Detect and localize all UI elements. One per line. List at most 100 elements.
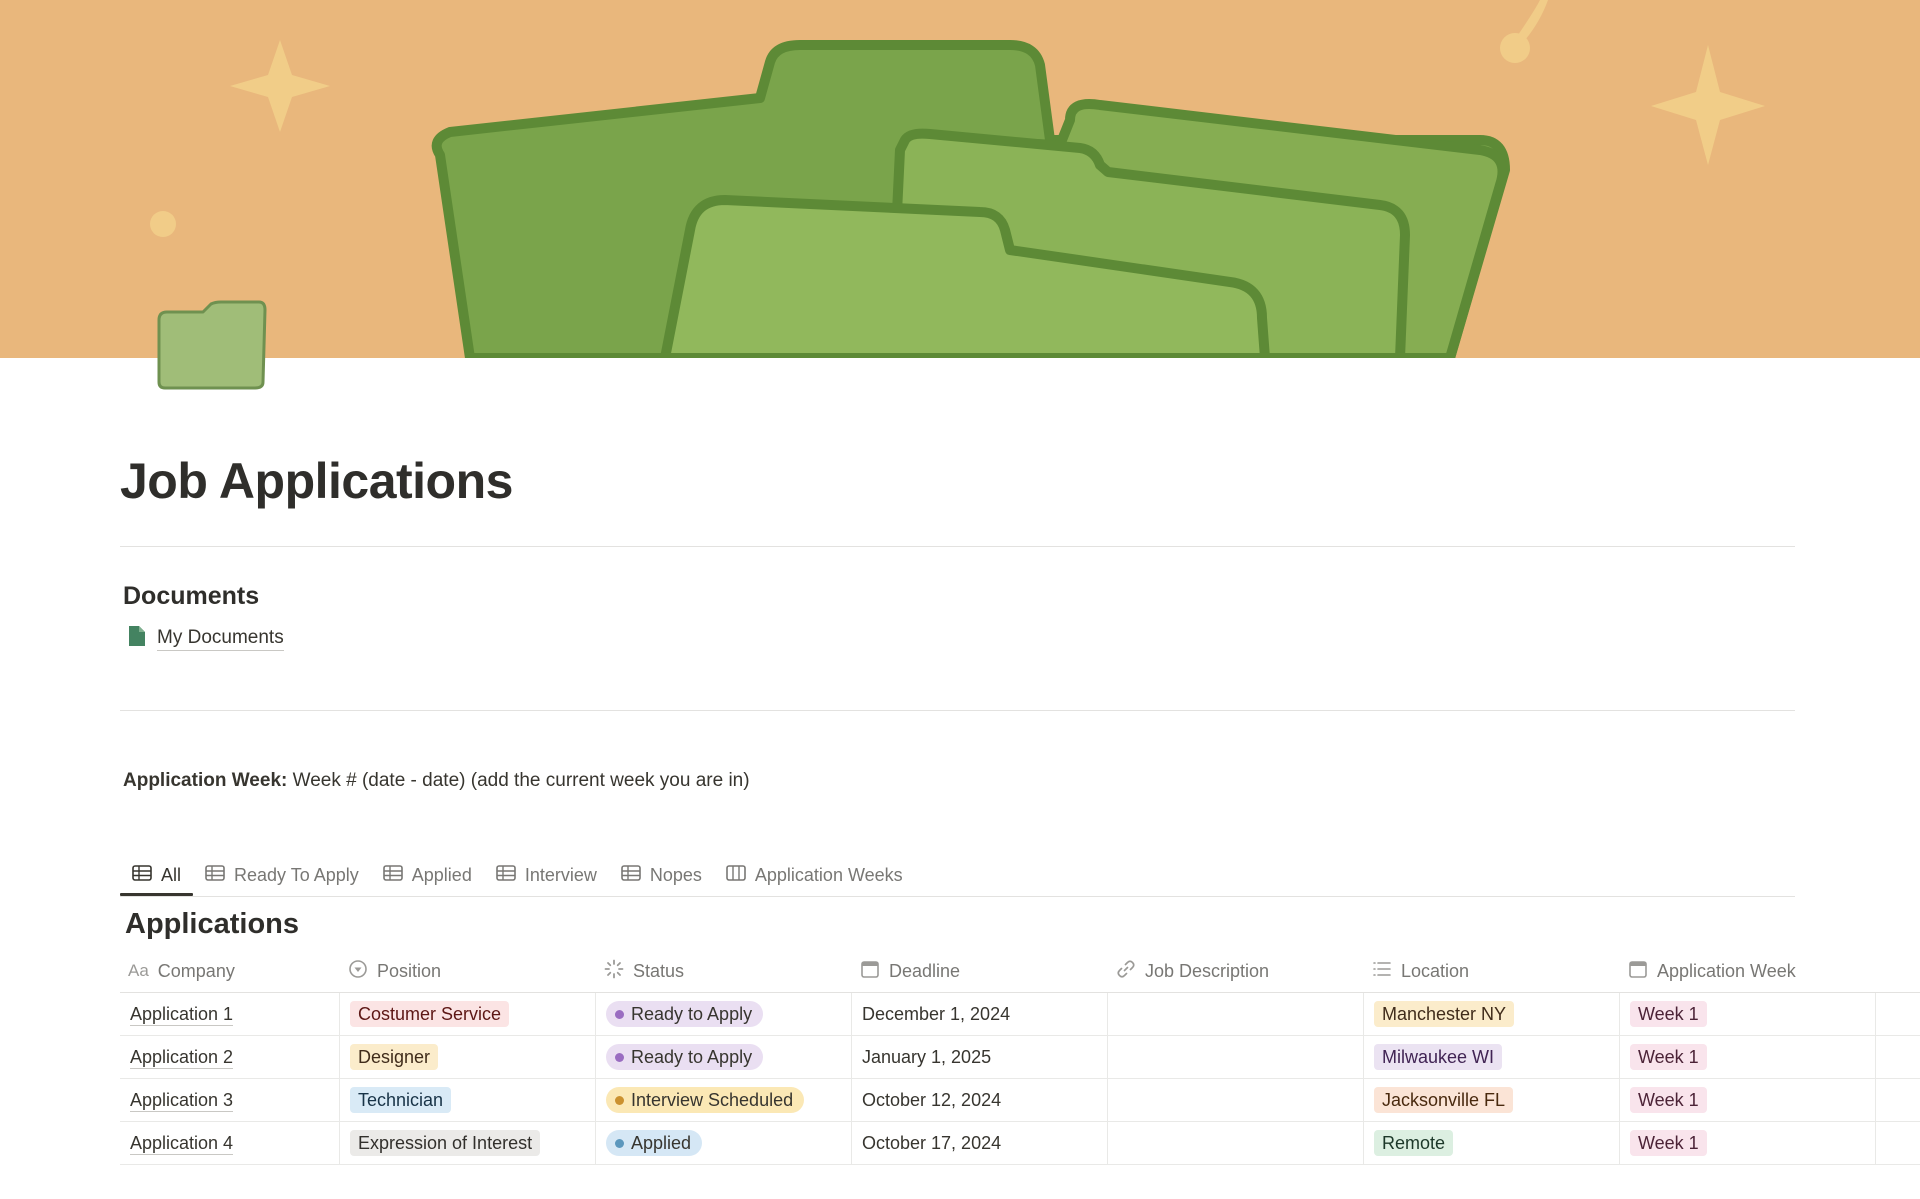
column-header-status[interactable]: Status: [596, 950, 852, 992]
status-dot: [615, 1052, 624, 1062]
cell-status[interactable]: Ready to Apply: [596, 1036, 852, 1078]
my-documents-link[interactable]: My Documents: [127, 625, 284, 652]
column-header-spacer: [1876, 950, 1920, 992]
cell-deadline[interactable]: October 12, 2024: [852, 1079, 1108, 1121]
cell-deadline[interactable]: October 17, 2024: [852, 1122, 1108, 1164]
cell-spacer: [1876, 1036, 1920, 1078]
table-icon: [496, 864, 516, 886]
column-label: Location: [1401, 960, 1470, 981]
column-header-position[interactable]: Position: [340, 950, 596, 992]
cell-status[interactable]: Interview Scheduled: [596, 1079, 852, 1121]
select-icon: [348, 959, 368, 984]
tab-application-weeks[interactable]: Application Weeks: [714, 856, 915, 894]
tab-label: Application Weeks: [754, 864, 903, 885]
cell-position[interactable]: Designer: [340, 1036, 596, 1078]
tab-label: Applied: [411, 864, 472, 885]
week-tag: Week 1: [1630, 1044, 1707, 1070]
deadline-value: October 17, 2024: [862, 1132, 1002, 1153]
board-icon: [726, 864, 746, 886]
application-week-label: Application Week:: [123, 770, 288, 791]
status-label: Ready to Apply: [631, 1004, 753, 1024]
tab-applied[interactable]: Applied: [371, 856, 484, 894]
location-tag: Jacksonville FL: [1374, 1087, 1514, 1113]
status-label: Ready to Apply: [631, 1047, 753, 1067]
folder-icon[interactable]: [155, 300, 267, 392]
cell-deadline[interactable]: December 1, 2024: [852, 993, 1108, 1035]
status-label: Applied: [631, 1133, 692, 1153]
tab-all[interactable]: All: [120, 856, 194, 896]
cell-application-week[interactable]: Week 1: [1620, 1122, 1876, 1164]
column-header-application-week[interactable]: Application Week: [1620, 950, 1876, 992]
column-label: Deadline: [889, 960, 961, 981]
week-tag: Week 1: [1630, 1087, 1707, 1113]
cell-location[interactable]: Manchester NY: [1364, 993, 1620, 1035]
tab-interview[interactable]: Interview: [484, 856, 609, 894]
table-icon: [621, 864, 641, 886]
company-name[interactable]: Application 2: [130, 1046, 234, 1069]
tab-nopes[interactable]: Nopes: [609, 856, 714, 894]
position-tag: Costumer Service: [350, 1001, 510, 1027]
cell-spacer: [1876, 993, 1920, 1035]
column-header-job-description[interactable]: Job Description: [1108, 950, 1364, 992]
cell-position[interactable]: Costumer Service: [340, 993, 596, 1035]
status-dot: [615, 1009, 624, 1019]
table-row[interactable]: Application 4 Expression of Interest Appli…: [120, 1122, 1920, 1165]
deadline-value: October 12, 2024: [862, 1089, 1002, 1110]
column-header-location[interactable]: Location: [1364, 950, 1620, 992]
list-icon: [1372, 959, 1392, 984]
column-label: Position: [377, 960, 442, 981]
cell-position[interactable]: Technician: [340, 1079, 596, 1121]
column-header-company[interactable]: Aa Company: [120, 950, 340, 992]
link-icon: [1116, 959, 1136, 984]
cell-location[interactable]: Jacksonville FL: [1364, 1079, 1620, 1121]
applications-table: Aa Company Position Status Deadline Job …: [120, 950, 1920, 1165]
cell-company[interactable]: Application 3: [120, 1079, 340, 1121]
cell-position[interactable]: Expression of Interest: [340, 1122, 596, 1164]
table-row[interactable]: Application 2 Designer Ready to Apply Janua…: [120, 1036, 1920, 1079]
divider: [120, 710, 1795, 711]
cell-job-description[interactable]: [1108, 1036, 1364, 1078]
table-body: Application 1 Costumer Service Ready to Ap…: [120, 993, 1920, 1165]
status-pill: Applied: [606, 1130, 703, 1156]
location-tag: Remote: [1374, 1130, 1454, 1156]
cell-company[interactable]: Application 1: [120, 993, 340, 1035]
cell-location[interactable]: Milwaukee WI: [1364, 1036, 1620, 1078]
position-tag: Designer: [350, 1044, 439, 1070]
tab-ready-to-apply[interactable]: Ready To Apply: [193, 856, 371, 894]
status-pill: Ready to Apply: [606, 1044, 764, 1070]
table-row[interactable]: Application 1 Costumer Service Ready to Ap…: [120, 993, 1920, 1036]
cell-job-description[interactable]: [1108, 1079, 1364, 1121]
cell-company[interactable]: Application 2: [120, 1036, 340, 1078]
documents-heading: Documents: [123, 582, 260, 610]
cell-job-description[interactable]: [1108, 993, 1364, 1035]
company-name[interactable]: Application 4: [130, 1132, 234, 1155]
cell-location[interactable]: Remote: [1364, 1122, 1620, 1164]
column-header-deadline[interactable]: Deadline: [852, 950, 1108, 992]
database-title: Applications: [125, 908, 300, 940]
cell-company[interactable]: Application 4: [120, 1122, 340, 1164]
table-icon: [205, 864, 225, 886]
page-cover: [0, 0, 1920, 358]
cell-application-week[interactable]: Week 1: [1620, 1036, 1876, 1078]
week-tag: Week 1: [1630, 1001, 1707, 1027]
company-name[interactable]: Application 1: [130, 1003, 234, 1026]
tab-label: Interview: [524, 864, 597, 885]
page-title: Job Applications: [120, 453, 513, 509]
cell-job-description[interactable]: [1108, 1122, 1364, 1164]
cell-status[interactable]: Applied: [596, 1122, 852, 1164]
cell-status[interactable]: Ready to Apply: [596, 993, 852, 1035]
application-week-value: Week # (date - date) (add the current we…: [287, 770, 750, 791]
tab-label: All: [161, 864, 182, 885]
my-documents-label: My Documents: [157, 626, 284, 651]
cell-application-week[interactable]: Week 1: [1620, 1079, 1876, 1121]
tab-label: Ready To Apply: [234, 864, 359, 885]
calendar-icon: [860, 959, 880, 984]
table-icon: [382, 864, 403, 886]
application-week-text: Application Week: Week # (date - date) (…: [123, 770, 750, 792]
company-name[interactable]: Application 3: [130, 1089, 234, 1112]
column-label: Status: [633, 960, 685, 981]
cell-application-week[interactable]: Week 1: [1620, 993, 1876, 1035]
tab-label: Nopes: [649, 864, 702, 885]
cell-deadline[interactable]: January 1, 2025: [852, 1036, 1108, 1078]
table-row[interactable]: Application 3 Technician Interview Schedul…: [120, 1079, 1920, 1122]
